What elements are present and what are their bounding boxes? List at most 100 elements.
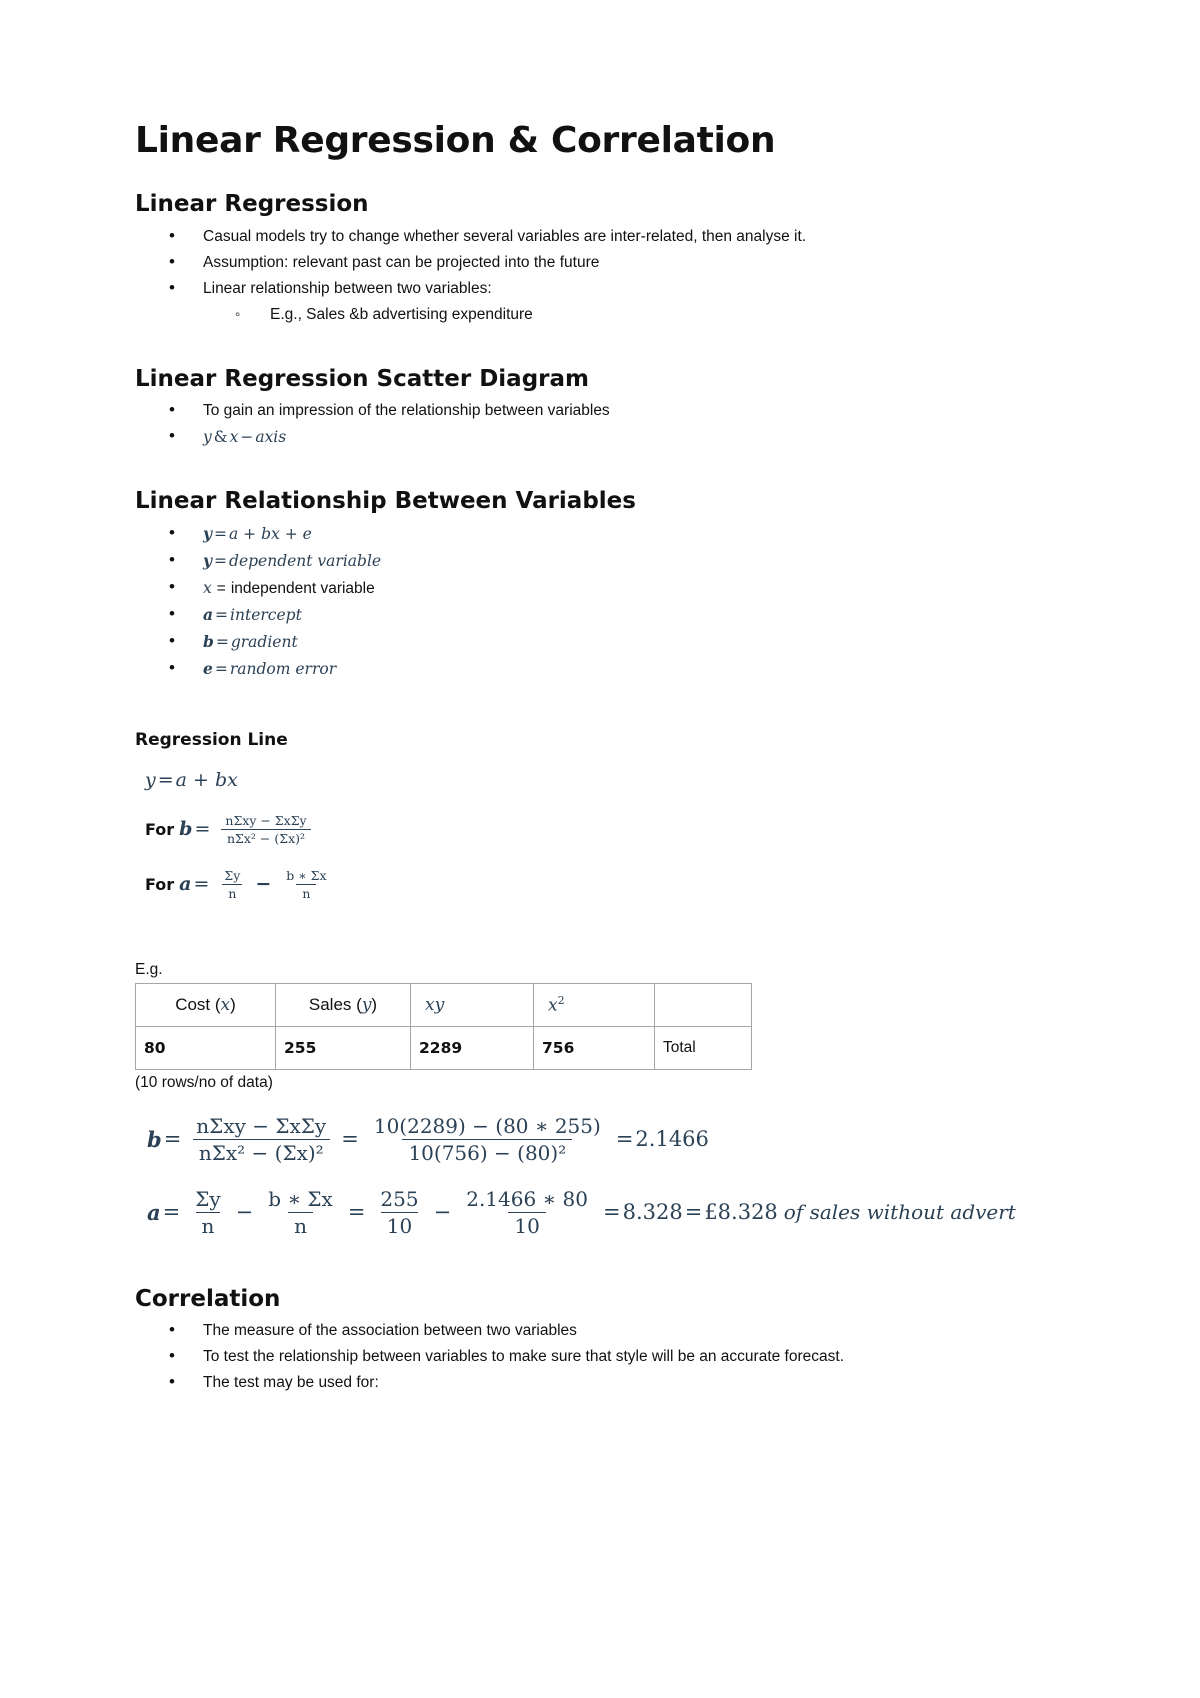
document-content: Linear Regression & Correlation Linear R… (135, 120, 1065, 1421)
fraction-denominator: nΣx² − (Σx)² (192, 1138, 330, 1165)
list-item-equation-error: e=random error (135, 655, 1065, 682)
section-heading-linear-regression: Linear Regression (135, 191, 369, 218)
fraction-b-sum-x-over-n: b ∗ Σx n (262, 1187, 339, 1238)
math-variable-a: a (179, 873, 192, 896)
math-rhs: random error (229, 660, 337, 679)
math-equals: = (214, 552, 228, 571)
math-variable-b: b (179, 818, 193, 841)
list-item-equation-dependent: y=dependent variable (135, 547, 1065, 574)
fraction-numerator: Σy (224, 867, 241, 883)
fraction-denominator: n (222, 883, 243, 901)
document-page: Linear Regression & Correlation Linear R… (0, 0, 1200, 1698)
fraction-denominator: n (288, 1211, 313, 1238)
list-item-equation-y: y=a + bx + e (135, 520, 1065, 547)
table-cell-total-label: Total (654, 1025, 752, 1070)
fraction-numerator: 255 (380, 1186, 419, 1211)
math-lhs: y (203, 551, 213, 571)
math-result-b: 2.1466 (635, 1127, 709, 1152)
math-equals: = (615, 1127, 634, 1152)
table-cell-xy-value: 2289 (410, 1025, 534, 1070)
section-linear-relationship: Linear Relationship Between Variables y=… (135, 488, 1065, 682)
table-header-cell-sales: Sales (y) (275, 982, 411, 1027)
list-item: Casual models try to change whether seve… (135, 223, 1065, 249)
math-rhs: independent variable (230, 580, 375, 598)
list-item: Assumption: relevant past can be project… (135, 249, 1065, 275)
list-item-equation-intercept: a=intercept (135, 601, 1065, 628)
fraction-numerator: b ∗ Σx (268, 1186, 333, 1211)
fraction-denominator: n (296, 883, 317, 901)
list-item: The measure of the association between t… (135, 1317, 1065, 1343)
fraction-denominator: 10 (380, 1211, 419, 1238)
fraction-numerator: nΣxy − ΣxΣy (196, 1113, 327, 1138)
list-item-equation-independent: x=independent variable (135, 574, 1065, 601)
example-data-table: Cost (x) Sales (y) xy x2 80 255 2289 756… (135, 982, 752, 1070)
math-lhs: a (203, 605, 214, 625)
math-word-axis: axis (255, 428, 287, 447)
math-equals: = (162, 1200, 181, 1225)
list-item: To test the relationship between variabl… (135, 1343, 993, 1369)
math-operator-minus: − (255, 873, 272, 896)
math-variable-b: b (147, 1126, 162, 1152)
math-equals: = (602, 1200, 621, 1225)
table-header-cell-xy: xy (410, 982, 534, 1027)
math-variable-a: a (147, 1199, 161, 1225)
math-equals: = (163, 1127, 182, 1152)
math-operator-minus: − (433, 1200, 452, 1225)
fraction-b-times-80-over-10: 2.1466 ∗ 80 10 (460, 1187, 594, 1238)
math-equals: = (157, 768, 174, 791)
table-header-cell-cost: Cost (x) (135, 982, 276, 1027)
math-equals: = (214, 525, 228, 544)
fraction-255-over-10: 255 10 (374, 1187, 424, 1238)
math-equals: = (684, 1200, 703, 1225)
fraction-denominator: n (195, 1211, 221, 1238)
fraction-numerator: b ∗ Σx (286, 867, 327, 883)
math-operator-minus: − (240, 428, 254, 447)
equation-b-calculation: b = nΣxy − ΣxΣy nΣx² − (Σx)² = 10(2289) … (147, 1114, 1065, 1165)
table-row: 80 255 2289 756 Total (135, 1025, 752, 1070)
fraction-sum-y-over-n: Σy n (189, 1187, 226, 1238)
fraction-numerator: Σy (195, 1186, 221, 1211)
section-linear-regression: Linear Regression Casual models try to c… (135, 191, 1065, 327)
table-cell-sales-value: 255 (275, 1025, 411, 1070)
math-symbol-x: x (220, 994, 231, 1015)
section-correlation: Correlation The measure of the associati… (135, 1286, 1065, 1396)
section-regression-line: Regression Line y = a + bx For b = nΣxy − … (135, 730, 1065, 900)
bullet-list-linear-relationship: y=a + bx + e y=dependent variable x=inde… (135, 520, 1065, 682)
math-rhs: a + bx (175, 768, 238, 791)
math-lhs: e (203, 659, 213, 679)
section-heading-scatter-diagram: Linear Regression Scatter Diagram (135, 365, 589, 392)
math-operator-minus: − (235, 1200, 254, 1225)
math-equals: = (215, 633, 229, 652)
table-note: (10 rows/no of data) (135, 1073, 273, 1091)
section-heading-correlation: Correlation (135, 1285, 281, 1312)
math-equals: = (216, 580, 226, 598)
fraction-denominator: 10(756) − (80)² (402, 1138, 573, 1165)
list-item-equation-gradient: b=gradient (135, 628, 1065, 655)
table-cell-x-squared-value: 756 (533, 1025, 655, 1070)
list-item: The test may be used for: (135, 1369, 1065, 1395)
table-header-row: Cost (x) Sales (y) xy x2 (135, 982, 752, 1027)
fraction-b-numeric: 10(2289) − (80 ∗ 255) 10(756) − (80)² (368, 1114, 607, 1165)
fraction-b-sum-x-over-n: b ∗ Σx n (280, 868, 332, 901)
math-result-a-currency: £8.328 (704, 1200, 778, 1225)
equation-for-a: For a = Σy n − b ∗ Σx n (145, 868, 1065, 901)
equation-for-b: For b = nΣxy − ΣxΣy nΣx² − (Σx)² (145, 813, 1065, 846)
math-equals: = (214, 660, 228, 679)
math-equals: = (193, 873, 210, 896)
example-label: E.g. (135, 960, 163, 978)
math-symbol-y: y (203, 428, 212, 447)
bullet-list-linear-regression: Casual models try to change whether seve… (135, 223, 1065, 301)
equation-a-calculation: a = Σy n − b ∗ Σx n = 255 10 − 2.1466 ∗ … (147, 1187, 1065, 1238)
section-scatter-diagram: Linear Regression Scatter Diagram To gai… (135, 366, 1065, 451)
table-cell-cost-value: 80 (135, 1025, 276, 1070)
math-lhs: y (203, 524, 213, 544)
math-lhs: y (145, 768, 156, 791)
fraction-numerator: nΣxy − ΣxΣy (225, 812, 307, 828)
table-header-cell-x-squared: x2 (533, 982, 655, 1027)
table-header-cell-blank (654, 982, 752, 1027)
math-equals: = (194, 818, 211, 841)
bullet-list-correlation: The measure of the association between t… (135, 1317, 1065, 1395)
fraction-numerator: 2.1466 ∗ 80 (466, 1186, 588, 1211)
section-heading-regression-line: Regression Line (135, 730, 288, 751)
fraction-b-formula: nΣxy − ΣxΣy nΣx² − (Σx)² (219, 813, 312, 846)
